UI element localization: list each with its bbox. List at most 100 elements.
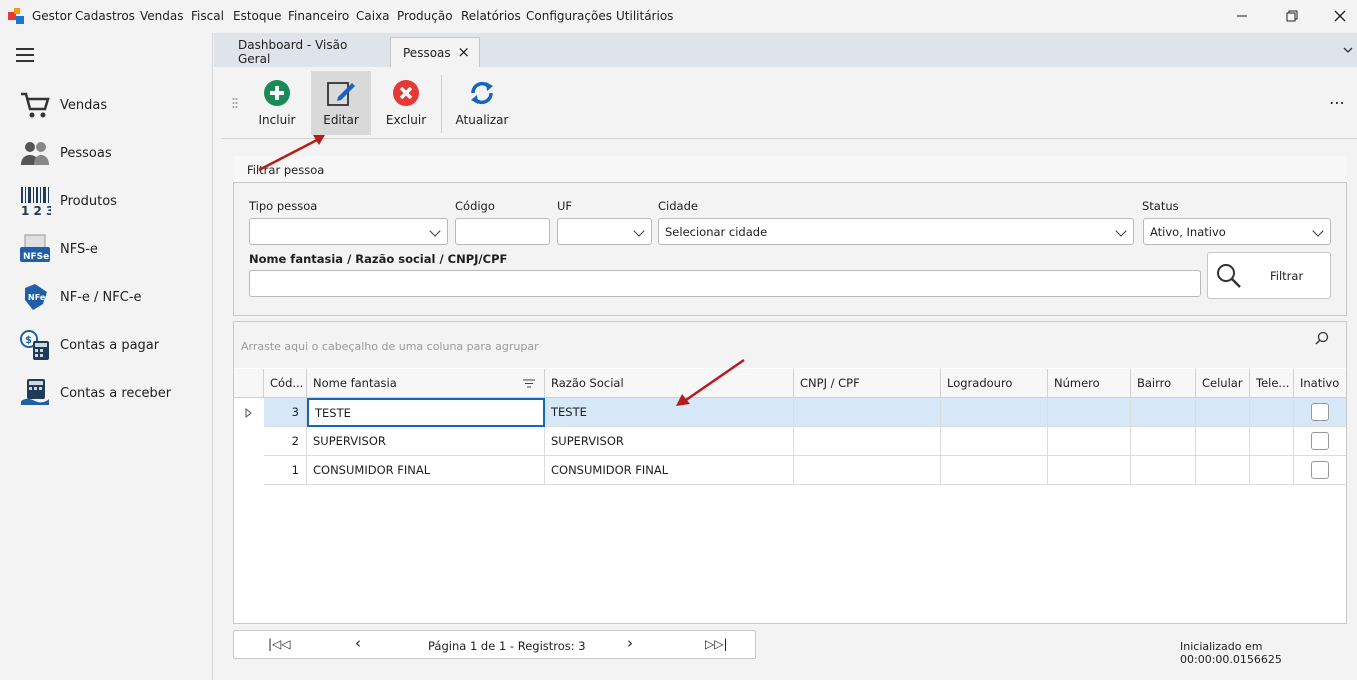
hamburger-menu-icon[interactable] bbox=[16, 48, 34, 65]
uf-select[interactable] bbox=[557, 218, 652, 245]
menu-vendas[interactable]: Vendas bbox=[140, 9, 184, 23]
menu-configuracoes[interactable]: Configurações bbox=[526, 9, 612, 23]
tab-pessoas[interactable]: Pessoas × bbox=[390, 37, 480, 67]
delete-icon bbox=[393, 80, 419, 106]
incluir-label: Incluir bbox=[258, 113, 296, 127]
first-page-button[interactable]: |◁◁ bbox=[268, 637, 291, 651]
menu-producao[interactable]: Produção bbox=[397, 9, 453, 23]
tab-dashboard[interactable]: Dashboard - Visão Geral bbox=[226, 37, 386, 67]
people-icon bbox=[18, 136, 52, 170]
cell-nome-fantasia[interactable]: CONSUMIDOR FINAL bbox=[307, 456, 545, 485]
editar-button[interactable]: Editar bbox=[311, 71, 371, 135]
drag-handle-icon[interactable] bbox=[232, 97, 238, 112]
column-header-logradouro[interactable]: Logradouro bbox=[941, 369, 1048, 398]
column-header-nome-fantasia[interactable]: Nome fantasia bbox=[307, 369, 545, 398]
minimize-icon[interactable] bbox=[1232, 6, 1252, 26]
column-header-inativo[interactable]: Inativo bbox=[1294, 369, 1346, 398]
cash-icon bbox=[18, 376, 52, 410]
tab-label: Pessoas bbox=[403, 45, 451, 60]
menu-utilitarios[interactable]: Utilitários bbox=[616, 9, 673, 23]
tab-close-icon[interactable]: × bbox=[457, 43, 470, 61]
edit-icon bbox=[327, 82, 355, 106]
filtrar-label: Filtrar bbox=[1270, 268, 1304, 283]
close-icon[interactable] bbox=[1330, 6, 1350, 26]
codigo-input[interactable] bbox=[455, 218, 550, 245]
cell-telefone bbox=[1250, 427, 1294, 456]
inativo-checkbox[interactable] bbox=[1311, 403, 1329, 421]
excluir-button[interactable]: Excluir bbox=[376, 71, 436, 135]
codigo-label: Código bbox=[455, 199, 495, 213]
cell-bairro bbox=[1131, 456, 1196, 485]
column-header-bairro[interactable]: Bairro bbox=[1131, 369, 1196, 398]
tipo-pessoa-select[interactable] bbox=[249, 218, 448, 245]
sidebar-item-contas-receber[interactable]: Contas a receber bbox=[18, 373, 208, 413]
sidebar-item-produtos[interactable]: 1 2 3 Produtos bbox=[18, 181, 208, 221]
menu-caixa[interactable]: Caixa bbox=[356, 9, 390, 23]
column-header-label: Inativo bbox=[1300, 376, 1340, 390]
filter-icon[interactable] bbox=[523, 379, 535, 388]
chevron-down-icon[interactable] bbox=[1343, 43, 1353, 57]
last-page-button[interactable]: ▷▷| bbox=[705, 637, 728, 651]
sidebar-item-vendas[interactable]: Vendas bbox=[18, 85, 208, 125]
prev-page-button[interactable]: ‹ bbox=[355, 634, 361, 652]
menu-financeiro[interactable]: Financeiro bbox=[288, 9, 349, 23]
svg-text:NFSe: NFSe bbox=[23, 252, 49, 262]
refresh-icon bbox=[471, 81, 493, 105]
nome-input[interactable] bbox=[249, 270, 1201, 297]
tab-strip: Dashboard - Visão Geral Pessoas × bbox=[214, 33, 1357, 67]
incluir-button[interactable]: Incluir bbox=[247, 71, 307, 135]
cell-telefone bbox=[1250, 398, 1294, 427]
column-header-celular[interactable]: Celular bbox=[1196, 369, 1250, 398]
column-header-label: Número bbox=[1054, 376, 1100, 390]
restore-icon[interactable] bbox=[1282, 6, 1302, 26]
sidebar-item-label: Produtos bbox=[60, 193, 117, 209]
cell-numero bbox=[1048, 456, 1131, 485]
sidebar-item-label: Pessoas bbox=[60, 145, 112, 161]
filtrar-button[interactable]: Filtrar bbox=[1207, 252, 1331, 299]
atualizar-label: Atualizar bbox=[455, 113, 509, 127]
inativo-checkbox[interactable] bbox=[1311, 461, 1329, 479]
cell-bairro bbox=[1131, 427, 1196, 456]
sidebar-item-nfse[interactable]: NFSe NFS-e bbox=[18, 229, 208, 269]
annotation-arrow-icon bbox=[676, 358, 745, 406]
sidebar-item-label: Vendas bbox=[60, 97, 108, 113]
menu-cadastros[interactable]: Cadastros bbox=[75, 9, 135, 23]
group-panel[interactable]: Arraste aqui o cabeçalho de uma coluna p… bbox=[234, 322, 1346, 368]
column-header-label: CNPJ / CPF bbox=[800, 376, 860, 390]
chevron-down-icon bbox=[633, 225, 645, 237]
status-select[interactable]: Ativo, Inativo bbox=[1143, 218, 1331, 245]
sidebar-item-label: NFS-e bbox=[60, 241, 98, 257]
cell-codigo: 1 bbox=[264, 456, 307, 485]
pager: |◁◁ ‹ Página 1 de 1 - Registros: 3 › ▷▷| bbox=[233, 630, 756, 659]
sidebar-item-label: Contas a pagar bbox=[60, 337, 160, 353]
cell-celular bbox=[1196, 427, 1250, 456]
menu-relatorios[interactable]: Relatórios bbox=[461, 9, 521, 23]
column-header-cnpj[interactable]: CNPJ / CPF bbox=[794, 369, 941, 398]
column-header-codigo[interactable]: Cód... bbox=[264, 369, 307, 398]
cell-nome-fantasia[interactable]: TESTE bbox=[307, 398, 545, 427]
atualizar-button[interactable]: Atualizar bbox=[452, 71, 512, 135]
cell-telefone bbox=[1250, 456, 1294, 485]
sidebar-item-pessoas[interactable]: Pessoas bbox=[18, 133, 208, 173]
column-header-numero[interactable]: Número bbox=[1048, 369, 1131, 398]
next-page-button[interactable]: › bbox=[627, 634, 633, 652]
more-options-icon[interactable]: ⋯ bbox=[1329, 93, 1345, 112]
cidade-select[interactable]: Selecionar cidade bbox=[658, 218, 1134, 245]
sidebar-item-nfe[interactable]: NFe NF-e / NFC-e bbox=[18, 277, 208, 317]
menu-fiscal[interactable]: Fiscal bbox=[191, 9, 224, 23]
column-header-label: Razão Social bbox=[551, 376, 624, 390]
column-header-telefone[interactable]: Tele... bbox=[1250, 369, 1294, 398]
barcode-icon: 1 2 3 bbox=[18, 184, 52, 218]
sidebar-item-contas-pagar[interactable]: $ Contas a pagar bbox=[18, 325, 208, 365]
filter-panel-header: Filtrar pessoa bbox=[233, 156, 1347, 183]
status-value: Ativo, Inativo bbox=[1150, 224, 1226, 239]
nome-label: Nome fantasia / Razão social / CNPJ/CPF bbox=[249, 252, 508, 266]
menu-estoque[interactable]: Estoque bbox=[233, 9, 282, 23]
search-icon[interactable] bbox=[1315, 331, 1329, 345]
cell-cnpj bbox=[794, 456, 941, 485]
cell-nome-fantasia[interactable]: SUPERVISOR bbox=[307, 427, 545, 456]
chevron-down-icon bbox=[429, 225, 441, 237]
cell-razao-social: SUPERVISOR bbox=[545, 427, 794, 456]
menu-gestor[interactable]: Gestor bbox=[32, 9, 72, 23]
inativo-checkbox[interactable] bbox=[1311, 432, 1329, 450]
